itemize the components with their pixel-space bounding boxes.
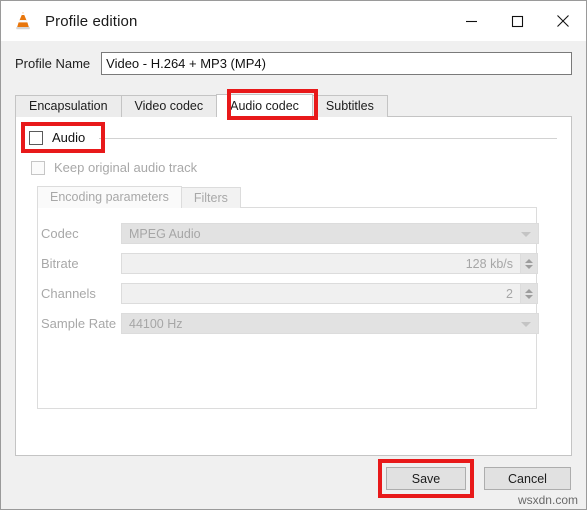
- codec-value: MPEG Audio: [129, 226, 201, 241]
- profile-name-row: Profile Name: [1, 41, 586, 85]
- codec-row: Codec MPEG Audio: [41, 223, 539, 244]
- audio-checkbox-row[interactable]: Audio: [29, 130, 90, 145]
- bitrate-value: 128 kb/s: [465, 256, 513, 271]
- profile-name-input[interactable]: [101, 51, 572, 75]
- vlc-cone-icon: [12, 10, 34, 32]
- chevron-down-icon: [521, 322, 531, 327]
- sample-rate-combobox: 44100 Hz: [121, 313, 539, 334]
- stepper-down-icon: [525, 294, 533, 299]
- main-tab-strip: Encapsulation Video codec Audio codec Su…: [15, 94, 388, 117]
- codec-label: Codec: [41, 226, 79, 241]
- stepper-up-icon: [525, 258, 533, 263]
- channels-row: Channels 2: [41, 283, 538, 304]
- cancel-button[interactable]: Cancel: [484, 467, 571, 490]
- audio-group-divider: [99, 138, 557, 139]
- channels-label: Channels: [41, 286, 96, 301]
- channels-stepper: [521, 283, 538, 304]
- channels-value: 2: [506, 286, 513, 301]
- keep-original-audio-track-row: Keep original audio track: [31, 160, 197, 175]
- channels-input: 2: [121, 283, 521, 304]
- dialog-footer: Save Cancel wsxdn.com: [1, 456, 586, 509]
- close-button[interactable]: [540, 1, 586, 41]
- tab-subtitles[interactable]: Subtitles: [311, 95, 388, 117]
- tab-audio-codec[interactable]: Audio codec: [216, 94, 313, 117]
- tab-filters: Filters: [180, 187, 241, 208]
- chevron-down-icon: [521, 232, 531, 237]
- sample-rate-label: Sample Rate: [41, 316, 117, 331]
- window-title: Profile edition: [45, 12, 138, 30]
- audio-checkbox[interactable]: [29, 130, 43, 145]
- save-button[interactable]: Save: [386, 467, 466, 490]
- sample-rate-value: 44100 Hz: [129, 316, 183, 331]
- bitrate-label: Bitrate: [41, 256, 79, 271]
- stepper-up-icon: [525, 288, 533, 293]
- sample-rate-row: Sample Rate 44100 Hz: [41, 313, 539, 334]
- bitrate-stepper: [521, 253, 538, 274]
- bitrate-input: 128 kb/s: [121, 253, 521, 274]
- keep-original-audio-track-label: Keep original audio track: [54, 160, 198, 175]
- inner-tab-strip: Encoding parameters Filters: [37, 186, 241, 208]
- audio-checkbox-label: Audio: [52, 130, 86, 145]
- stepper-down-icon: [525, 264, 533, 269]
- tab-encapsulation[interactable]: Encapsulation: [15, 95, 122, 117]
- tab-encoding-parameters: Encoding parameters: [37, 186, 182, 208]
- title-bar: Profile edition: [1, 1, 586, 41]
- tab-video-codec[interactable]: Video codec: [120, 95, 218, 117]
- profile-name-label: Profile Name: [15, 55, 91, 71]
- keep-original-audio-track-checkbox: [31, 160, 45, 175]
- codec-combobox: MPEG Audio: [121, 223, 539, 244]
- window-controls: [448, 1, 586, 41]
- profile-edition-window: Profile edition Profile Name Encapsulati…: [0, 0, 587, 510]
- minimize-button[interactable]: [448, 1, 494, 41]
- watermark-text: wsxdn.com: [517, 493, 578, 507]
- maximize-button[interactable]: [494, 1, 540, 41]
- bitrate-row: Bitrate 128 kb/s: [41, 253, 538, 274]
